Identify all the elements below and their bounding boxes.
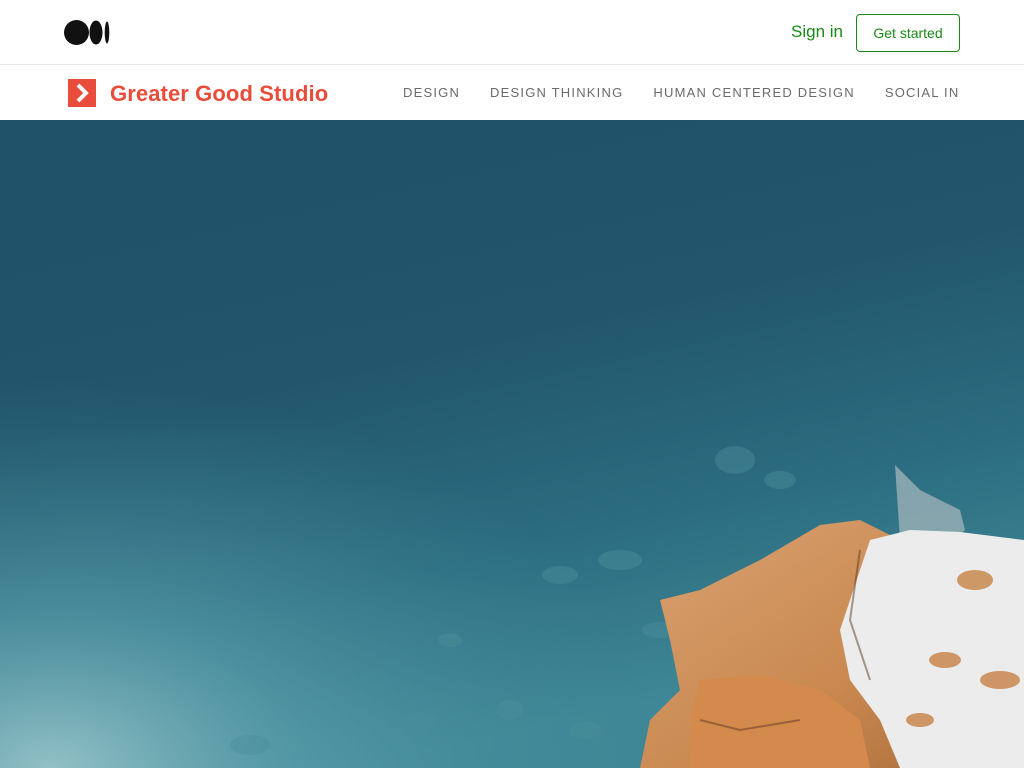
nav-item-social-innovation[interactable]: SOCIAL INNOVATION — [885, 65, 960, 120]
nav-item-design[interactable]: DESIGN — [403, 65, 460, 120]
get-started-button[interactable]: Get started — [856, 14, 960, 52]
site-header: Sign in Get started — [0, 0, 1024, 65]
nav-item-human-centered-design[interactable]: HUMAN CENTERED DESIGN — [653, 65, 854, 120]
publication-nav: DESIGN DESIGN THINKING HUMAN CENTERED DESI… — [388, 65, 960, 120]
publication-name[interactable]: Greater Good Studio — [110, 81, 328, 107]
publication-bar: Greater Good Studio DESIGN DESIGN THINKIN… — [0, 65, 1024, 120]
aerial-ocean-shore-image — [0, 120, 1024, 768]
hero-image — [0, 120, 1024, 768]
chevron-right-square-icon[interactable] — [68, 79, 96, 107]
nav-item-design-thinking[interactable]: DESIGN THINKING — [490, 65, 623, 120]
sign-in-link[interactable]: Sign in — [791, 22, 843, 42]
medium-logo-icon[interactable] — [64, 20, 110, 45]
